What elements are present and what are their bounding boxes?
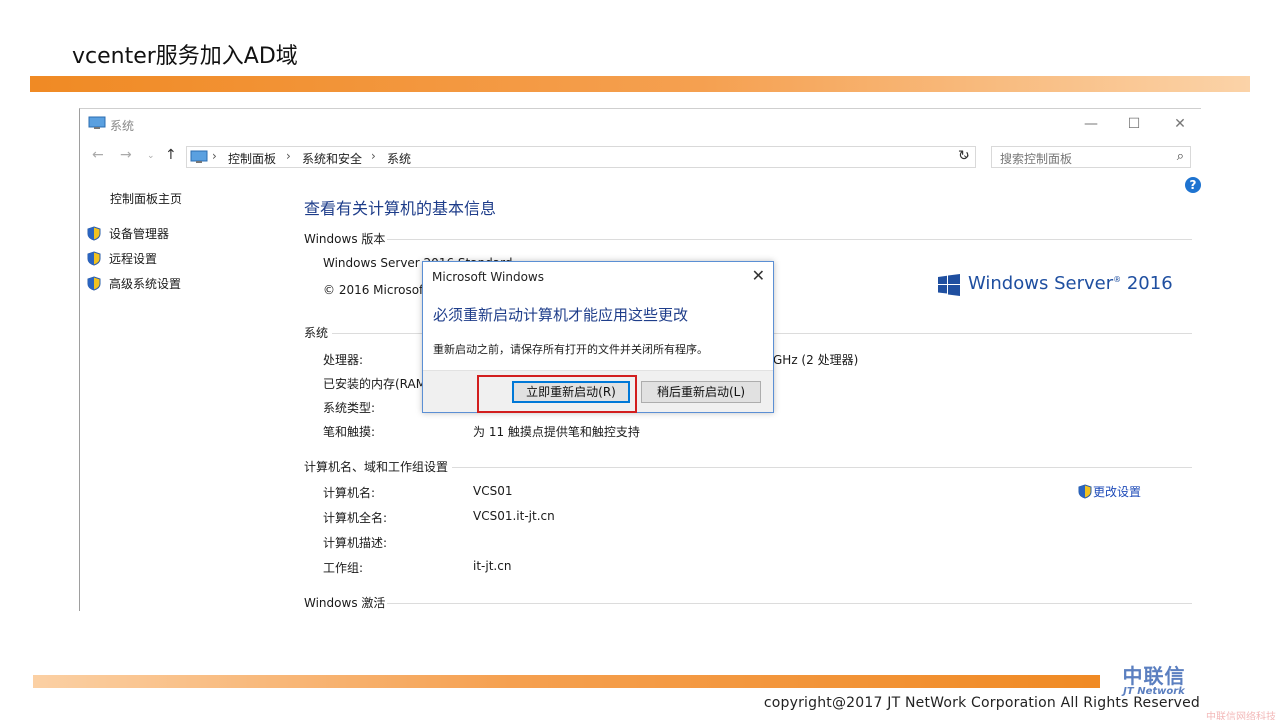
search-placeholder: 搜索控制面板 bbox=[1000, 152, 1073, 166]
workgroup-label: 工作组: bbox=[323, 561, 364, 575]
system-type-label: 系统类型: bbox=[323, 401, 376, 415]
shield-icon bbox=[87, 226, 101, 241]
processor-value: GHz (2 处理器) bbox=[773, 353, 859, 367]
refresh-icon[interactable]: ↻ bbox=[958, 148, 970, 164]
device-manager-label: 设备管理器 bbox=[109, 227, 170, 241]
dialog-heading: 必须重新启动计算机才能应用这些更改 bbox=[433, 306, 689, 324]
slide-title: vcenter服务加入AD域 bbox=[72, 44, 298, 69]
restart-later-button[interactable]: 稍后重新启动(L) bbox=[641, 381, 761, 403]
edition-section-title: Windows 版本 bbox=[304, 232, 386, 246]
change-settings-link[interactable]: 更改设置 bbox=[1078, 483, 1141, 500]
address-bar[interactable]: › 控制面板 › 系统和安全 › 系统 ⌄ bbox=[186, 146, 976, 168]
windows-logo-icon bbox=[938, 274, 960, 296]
watermark-text: 中联信网络科技 bbox=[1206, 712, 1276, 720]
computer-name-label: 计算机名: bbox=[323, 486, 376, 500]
workgroup-value: it-jt.cn bbox=[473, 559, 512, 573]
device-manager-link[interactable]: 设备管理器 bbox=[87, 225, 169, 242]
breadcrumb-system[interactable]: 系统 bbox=[387, 150, 411, 167]
chevron-right-icon: › bbox=[286, 149, 291, 163]
pen-touch-value: 为 11 触摸点提供笔和触控支持 bbox=[473, 425, 640, 439]
search-icon[interactable]: ⌕ bbox=[1177, 149, 1184, 164]
copyright-text: copyright@2017 JT NetWork Corporation Al… bbox=[763, 695, 1200, 711]
processor-label: 处理器: bbox=[323, 353, 364, 367]
brand-text: Windows Server bbox=[968, 273, 1114, 294]
address-row: ← → ⌄ ↑ › 控制面板 › 系统和安全 › 系统 ⌄ ↻ 搜索控制面板 ⌕ bbox=[80, 142, 1201, 170]
forward-arrow-icon[interactable]: → bbox=[120, 147, 132, 163]
company-logo: 中联信 JT Network bbox=[1104, 660, 1204, 697]
back-arrow-icon[interactable]: ← bbox=[92, 147, 104, 163]
highlight-box bbox=[477, 375, 637, 413]
dialog-title: Microsoft Windows bbox=[432, 270, 544, 284]
computer-icon bbox=[190, 150, 208, 163]
activation-section-title: Windows 激活 bbox=[304, 596, 386, 610]
up-arrow-icon[interactable]: ↑ bbox=[165, 147, 177, 163]
full-name-label: 计算机全名: bbox=[323, 511, 388, 525]
dialog-close-icon[interactable]: ✕ bbox=[752, 266, 765, 285]
close-button[interactable]: ✕ bbox=[1171, 115, 1189, 133]
shield-icon bbox=[1078, 484, 1092, 499]
system-section-title: 系统 bbox=[304, 326, 329, 340]
divider bbox=[387, 239, 1192, 240]
breadcrumb-control-panel[interactable]: 控制面板 bbox=[228, 150, 276, 167]
maximize-button[interactable]: ☐ bbox=[1125, 115, 1143, 133]
chevron-right-icon: › bbox=[212, 149, 217, 163]
divider bbox=[387, 603, 1192, 604]
windows-server-logo: Windows Server® 2016 bbox=[938, 272, 1173, 298]
change-settings-label: 更改设置 bbox=[1093, 485, 1142, 499]
description-label: 计算机描述: bbox=[323, 536, 388, 550]
computer-icon bbox=[88, 116, 106, 129]
page-heading: 查看有关计算机的基本信息 bbox=[304, 199, 497, 218]
ram-label: 已安装的内存(RAM): bbox=[323, 377, 435, 391]
help-icon[interactable]: ? bbox=[1185, 177, 1201, 193]
control-panel-home-link[interactable]: 控制面板主页 bbox=[110, 190, 182, 207]
divider bbox=[452, 467, 1192, 468]
bottom-accent-bar bbox=[33, 675, 1100, 688]
computer-name-value: VCS01 bbox=[473, 484, 513, 498]
shield-icon bbox=[87, 276, 101, 291]
minimize-button[interactable]: — bbox=[1082, 115, 1100, 133]
top-accent-bar bbox=[30, 76, 1250, 92]
logo-chinese-text: 中联信 bbox=[1122, 664, 1186, 688]
breadcrumb-system-security[interactable]: 系统和安全 bbox=[302, 150, 362, 167]
dialog-message: 重新启动之前，请保存所有打开的文件并关闭所有程序。 bbox=[433, 343, 708, 356]
chevron-right-icon: › bbox=[371, 149, 376, 163]
remote-settings-label: 远程设置 bbox=[109, 252, 158, 266]
full-name-value: VCS01.it-jt.cn bbox=[473, 509, 555, 523]
advanced-settings-label: 高级系统设置 bbox=[109, 277, 182, 291]
recent-dropdown-icon[interactable]: ⌄ bbox=[147, 151, 155, 161]
computer-section-title: 计算机名、域和工作组设置 bbox=[304, 460, 449, 474]
pen-touch-label: 笔和触摸: bbox=[323, 425, 376, 439]
remote-settings-link[interactable]: 远程设置 bbox=[87, 250, 157, 267]
shield-icon bbox=[87, 251, 101, 266]
advanced-settings-link[interactable]: 高级系统设置 bbox=[87, 275, 181, 292]
window-titlebar: 系统 — ☐ ✕ bbox=[80, 109, 1201, 139]
search-input[interactable]: 搜索控制面板 ⌕ bbox=[991, 146, 1191, 168]
brand-version: 2016 bbox=[1126, 273, 1173, 294]
window-title: 系统 bbox=[110, 119, 135, 133]
